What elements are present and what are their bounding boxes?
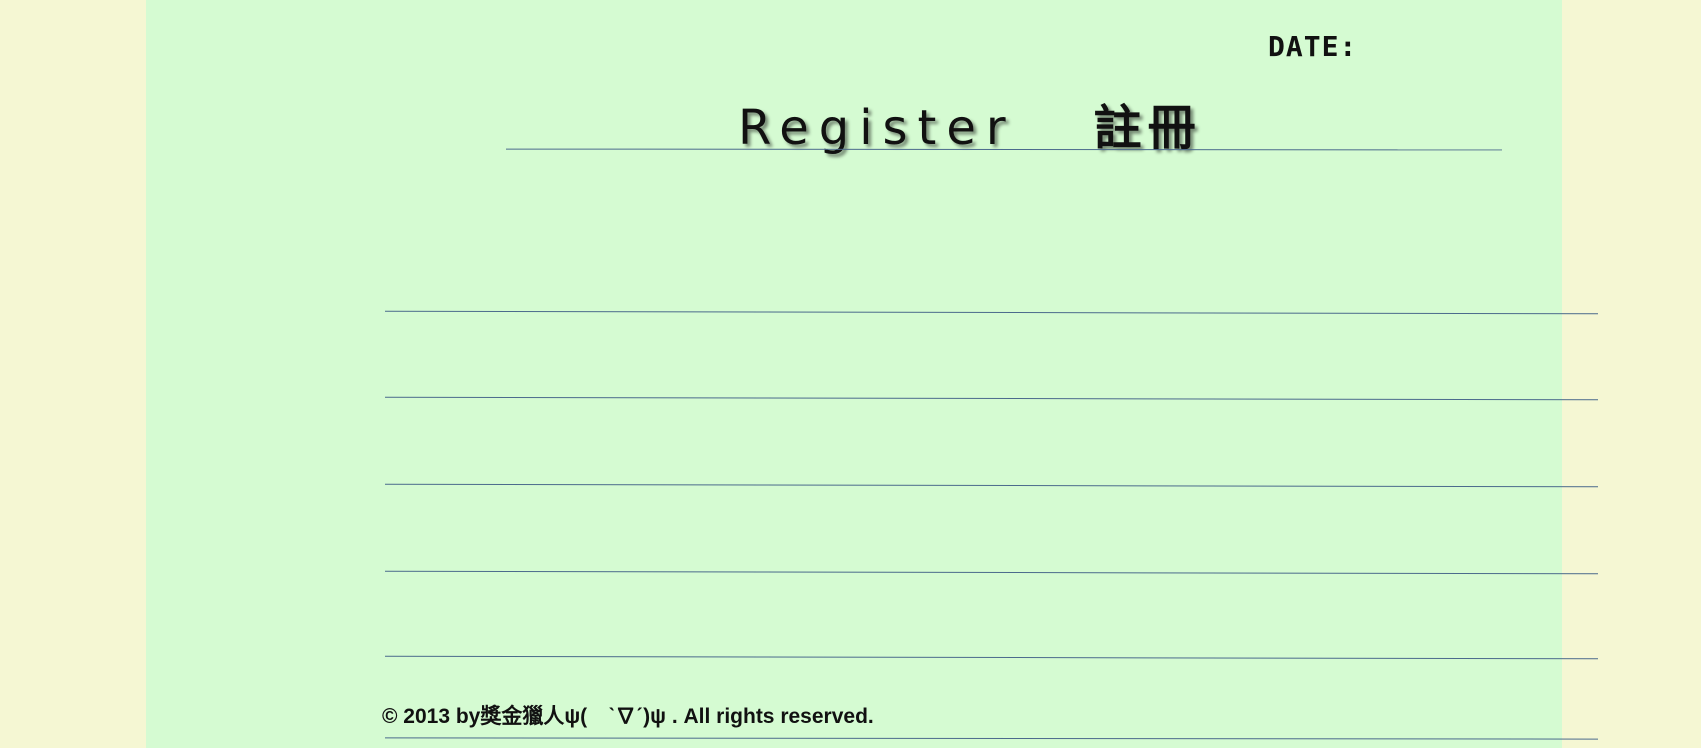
form-line-1 bbox=[385, 310, 1598, 315]
date-label: DATE: bbox=[1268, 30, 1358, 63]
register-page: DATE: Register 註冊 © 2013 by獎金獵人ψ( ˋ∇ˊ)ψ … bbox=[146, 0, 1599, 748]
form-line-5 bbox=[385, 655, 1598, 660]
copyright-footer: © 2013 by獎金獵人ψ( ˋ∇ˊ)ψ . All rights reser… bbox=[382, 705, 874, 728]
page-title-english: Register bbox=[738, 100, 1016, 156]
footer-line bbox=[384, 737, 1599, 740]
form-line-2 bbox=[385, 396, 1598, 401]
form-line-4 bbox=[385, 570, 1598, 575]
page-title: Register 註冊 bbox=[738, 88, 1202, 158]
form-line-3 bbox=[385, 483, 1598, 488]
page-title-chinese: 註冊 bbox=[1093, 100, 1202, 156]
